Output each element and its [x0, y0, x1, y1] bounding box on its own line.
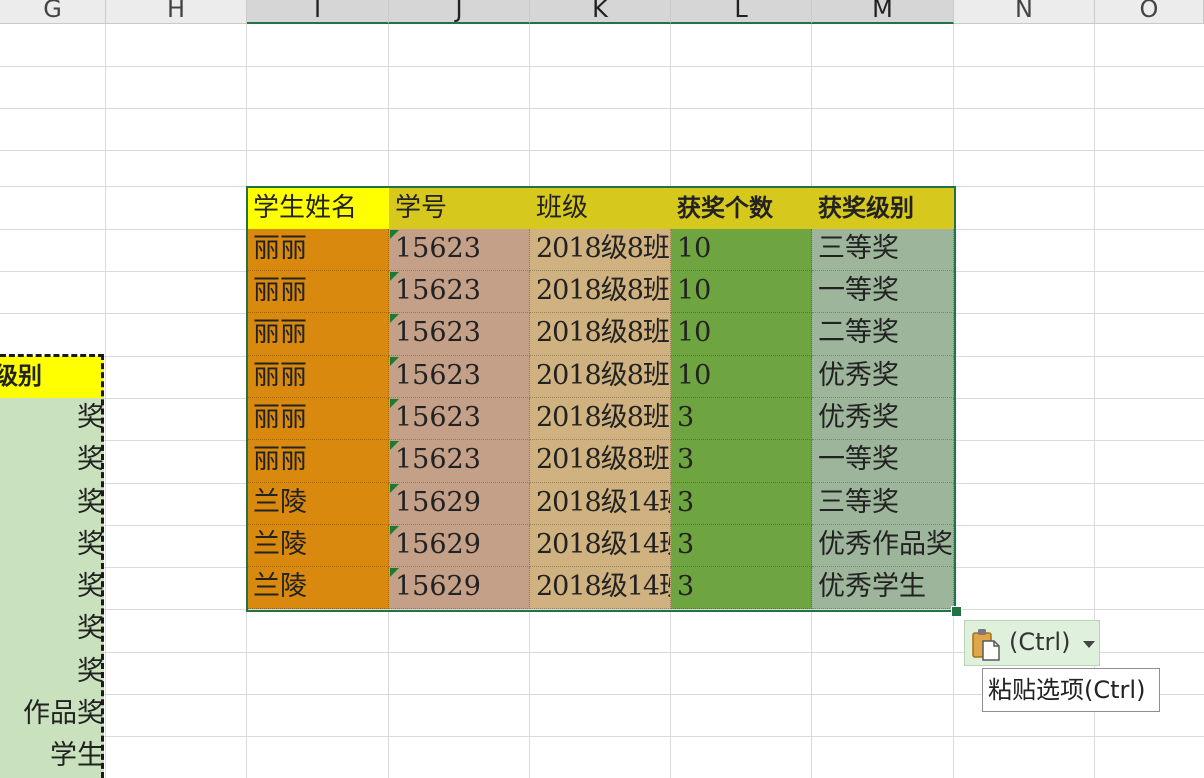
column-header-M[interactable]: M	[812, 0, 954, 24]
source-cell[interactable]: 作品奖	[0, 694, 104, 736]
source-cell[interactable]: 奖	[0, 525, 104, 567]
column-header-I[interactable]: I	[247, 0, 389, 24]
source-cell[interactable]: 奖	[0, 398, 104, 440]
source-cell[interactable]: 奖	[0, 567, 104, 609]
column-header-L[interactable]: L	[671, 0, 812, 24]
source-cell[interactable]: 奖	[0, 652, 104, 694]
source-cell[interactable]: 奖	[0, 483, 104, 525]
source-header-cell[interactable]: 级别	[0, 356, 104, 398]
gridline-horizontal	[0, 736, 1204, 737]
column-header-K[interactable]: K	[530, 0, 671, 24]
fill-handle[interactable]	[951, 606, 962, 617]
selection-border	[246, 186, 956, 612]
column-header-O[interactable]: O	[1095, 0, 1204, 24]
copy-marquee-border	[0, 354, 104, 357]
clipboard-icon	[971, 627, 1001, 661]
column-header-G[interactable]: G	[0, 0, 106, 24]
column-header-N[interactable]: N	[954, 0, 1095, 24]
gridline-vertical	[105, 24, 106, 778]
paste-options-tooltip: 粘贴选项(Ctrl)	[982, 668, 1160, 712]
paste-options-label: (Ctrl)	[1009, 628, 1071, 656]
gridline-horizontal	[0, 108, 1204, 109]
source-cell[interactable]: 学生	[0, 736, 104, 778]
gridline-horizontal	[0, 150, 1204, 151]
column-header-H[interactable]: H	[106, 0, 247, 24]
source-cell[interactable]: 奖	[0, 440, 104, 483]
gridline-horizontal	[0, 66, 1204, 67]
column-header-J[interactable]: J	[389, 0, 530, 24]
copy-marquee-border	[101, 354, 104, 778]
paste-options-button[interactable]: (Ctrl)	[964, 620, 1100, 666]
source-cell[interactable]: 奖	[0, 609, 104, 652]
chevron-down-icon	[1083, 641, 1095, 648]
